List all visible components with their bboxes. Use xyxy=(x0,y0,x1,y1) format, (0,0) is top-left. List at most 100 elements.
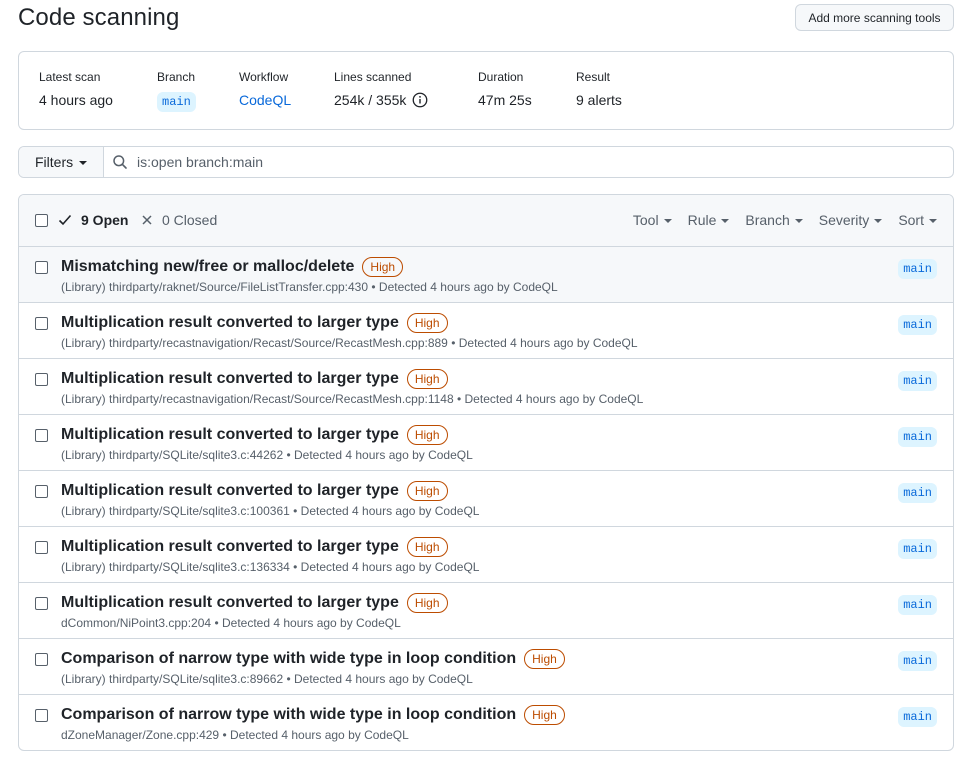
closed-filter-tab[interactable]: 0 Closed xyxy=(141,212,217,228)
alert-detected: • Detected 4 hours ago by CodeQL xyxy=(222,728,409,742)
search-icon xyxy=(113,155,127,169)
severity-badge: High xyxy=(362,257,404,277)
stat-value: 4 hours ago xyxy=(39,92,113,108)
alert-row[interactable]: Multiplication result converted to large… xyxy=(19,359,953,415)
alert-title-link[interactable]: Multiplication result converted to large… xyxy=(61,425,448,445)
alert-title-link[interactable]: Mismatching new/free or malloc/delete Hig… xyxy=(61,257,404,277)
alert-row[interactable]: Comparison of narrow type with wide type… xyxy=(19,695,953,750)
alert-title-link[interactable]: Multiplication result converted to large… xyxy=(61,593,448,613)
alert-title-link[interactable]: Comparison of narrow type with wide type… xyxy=(61,705,565,725)
alert-checkbox[interactable] xyxy=(35,597,48,610)
alerts-list-header: 9 Open 0 Closed Tool Rule Branch Severity So… xyxy=(19,195,953,247)
alert-meta: (Library) thirdparty/SQLite/sqlite3.c:13… xyxy=(61,560,479,574)
alert-row[interactable]: Multiplication result converted to large… xyxy=(19,583,953,639)
stat-label: Branch xyxy=(157,70,196,84)
branch-chip[interactable]: main xyxy=(898,651,937,671)
alert-meta: dCommon/NiPoint3.cpp:204 • Detected 4 ho… xyxy=(61,616,401,630)
select-all-checkbox[interactable] xyxy=(35,214,48,227)
alert-checkbox[interactable] xyxy=(35,541,48,554)
alert-title: Multiplication result converted to large… xyxy=(61,426,399,443)
alert-row[interactable]: Comparison of narrow type with wide type… xyxy=(19,639,953,695)
stat-label: Workflow xyxy=(239,70,289,84)
alert-path: thirdparty/SQLite/sqlite3.c:89662 xyxy=(109,672,284,686)
alert-row[interactable]: Multiplication result converted to large… xyxy=(19,415,953,471)
alert-title-link[interactable]: Multiplication result converted to large… xyxy=(61,313,448,333)
branch-chip[interactable]: main xyxy=(898,539,937,559)
stat-lines-scanned: Lines scanned 254k / 355k xyxy=(334,70,428,108)
open-filter-tab[interactable]: 9 Open xyxy=(58,212,128,228)
branch-chip[interactable]: main xyxy=(898,259,937,279)
alert-title-link[interactable]: Multiplication result converted to large… xyxy=(61,481,448,501)
sort-menu-label: Sort xyxy=(898,212,924,228)
library-tag: (Library) xyxy=(61,504,106,518)
alert-checkbox[interactable] xyxy=(35,261,48,274)
open-count-label: 9 Open xyxy=(81,212,129,228)
sort-menu-severity[interactable]: Severity xyxy=(819,212,883,228)
branch-chip[interactable]: main xyxy=(898,427,937,447)
sort-menu-label: Severity xyxy=(818,212,870,228)
branch-chip[interactable]: main xyxy=(157,92,196,112)
sort-menu-branch[interactable]: Branch xyxy=(745,212,803,228)
sort-menu-sort[interactable]: Sort xyxy=(898,212,937,228)
workflow-link[interactable]: CodeQL xyxy=(239,92,291,108)
alert-path: dCommon/NiPoint3.cpp:204 xyxy=(61,616,212,630)
alert-detected: • Detected 4 hours ago by CodeQL xyxy=(286,672,473,686)
chevron-down-icon xyxy=(794,219,803,223)
add-scanning-tools-button[interactable]: Add more scanning tools xyxy=(795,4,954,31)
sort-menu-rule[interactable]: Rule xyxy=(688,212,730,228)
library-tag: (Library) xyxy=(61,672,106,686)
stat-label: Latest scan xyxy=(39,70,101,84)
alert-title: Multiplication result converted to large… xyxy=(61,370,399,387)
library-tag: (Library) xyxy=(61,336,106,350)
alert-path: dZoneManager/Zone.cpp:429 xyxy=(61,728,220,742)
alert-title-link[interactable]: Comparison of narrow type with wide type… xyxy=(61,649,565,669)
branch-chip[interactable]: main xyxy=(898,707,937,727)
alert-detected: • Detected 4 hours ago by CodeQL xyxy=(286,448,473,462)
library-tag: (Library) xyxy=(61,560,106,574)
alerts-list: 9 Open 0 Closed Tool Rule Branch Severity So… xyxy=(18,194,954,751)
alert-row[interactable]: Multiplication result converted to large… xyxy=(19,303,953,359)
alert-path: thirdparty/raknet/Source/FileListTransfe… xyxy=(109,280,369,294)
alert-checkbox[interactable] xyxy=(35,709,48,722)
search-input[interactable] xyxy=(137,154,953,170)
severity-badge: High xyxy=(406,425,448,445)
chevron-down-icon xyxy=(874,219,883,223)
alert-meta: (Library) thirdparty/SQLite/sqlite3.c:89… xyxy=(61,672,473,686)
severity-badge: High xyxy=(524,649,565,669)
alert-title-link[interactable]: Multiplication result converted to large… xyxy=(61,369,448,389)
severity-badge: High xyxy=(406,313,448,333)
page-title: Code scanning xyxy=(18,4,180,31)
alert-meta: (Library) thirdparty/recastnavigation/Re… xyxy=(61,392,643,406)
stat-value: 9 alerts xyxy=(576,92,622,108)
stat-result: Result 9 alerts xyxy=(576,70,622,108)
branch-chip[interactable]: main xyxy=(898,371,937,391)
alert-detected: • Detected 4 hours ago by CodeQL xyxy=(371,280,558,294)
filters-dropdown-button[interactable]: Filters xyxy=(19,147,104,177)
sort-menu-label: Rule xyxy=(687,212,717,228)
sort-menu-tool[interactable]: Tool xyxy=(633,212,672,228)
alert-title: Multiplication result converted to large… xyxy=(61,538,399,555)
alert-path: thirdparty/recastnavigation/Recast/Sourc… xyxy=(109,392,454,406)
alert-checkbox[interactable] xyxy=(35,373,48,386)
alert-title: Mismatching new/free or malloc/delete xyxy=(61,258,355,275)
alert-title: Multiplication result converted to large… xyxy=(61,314,399,331)
stat-value: 47m 25s xyxy=(478,92,532,108)
branch-chip[interactable]: main xyxy=(898,595,937,615)
alert-title-link[interactable]: Multiplication result converted to large… xyxy=(61,537,448,557)
branch-chip[interactable]: main xyxy=(898,315,937,335)
alert-title: Multiplication result converted to large… xyxy=(61,594,399,611)
info-icon[interactable] xyxy=(412,92,428,108)
alert-row[interactable]: Mismatching new/free or malloc/delete Hig… xyxy=(19,247,953,303)
alert-checkbox[interactable] xyxy=(35,653,48,666)
sort-menus: Tool Rule Branch Severity Sort xyxy=(633,212,937,228)
alert-checkbox[interactable] xyxy=(35,429,48,442)
branch-chip[interactable]: main xyxy=(898,483,937,503)
alert-row[interactable]: Multiplication result converted to large… xyxy=(19,471,953,527)
library-tag: (Library) xyxy=(61,448,106,462)
alert-row[interactable]: Multiplication result converted to large… xyxy=(19,527,953,583)
alert-path: thirdparty/SQLite/sqlite3.c:136334 xyxy=(109,560,290,574)
severity-badge: High xyxy=(406,369,448,389)
alert-meta: (Library) thirdparty/SQLite/sqlite3.c:44… xyxy=(61,448,473,462)
alert-checkbox[interactable] xyxy=(35,485,48,498)
alert-checkbox[interactable] xyxy=(35,317,48,330)
